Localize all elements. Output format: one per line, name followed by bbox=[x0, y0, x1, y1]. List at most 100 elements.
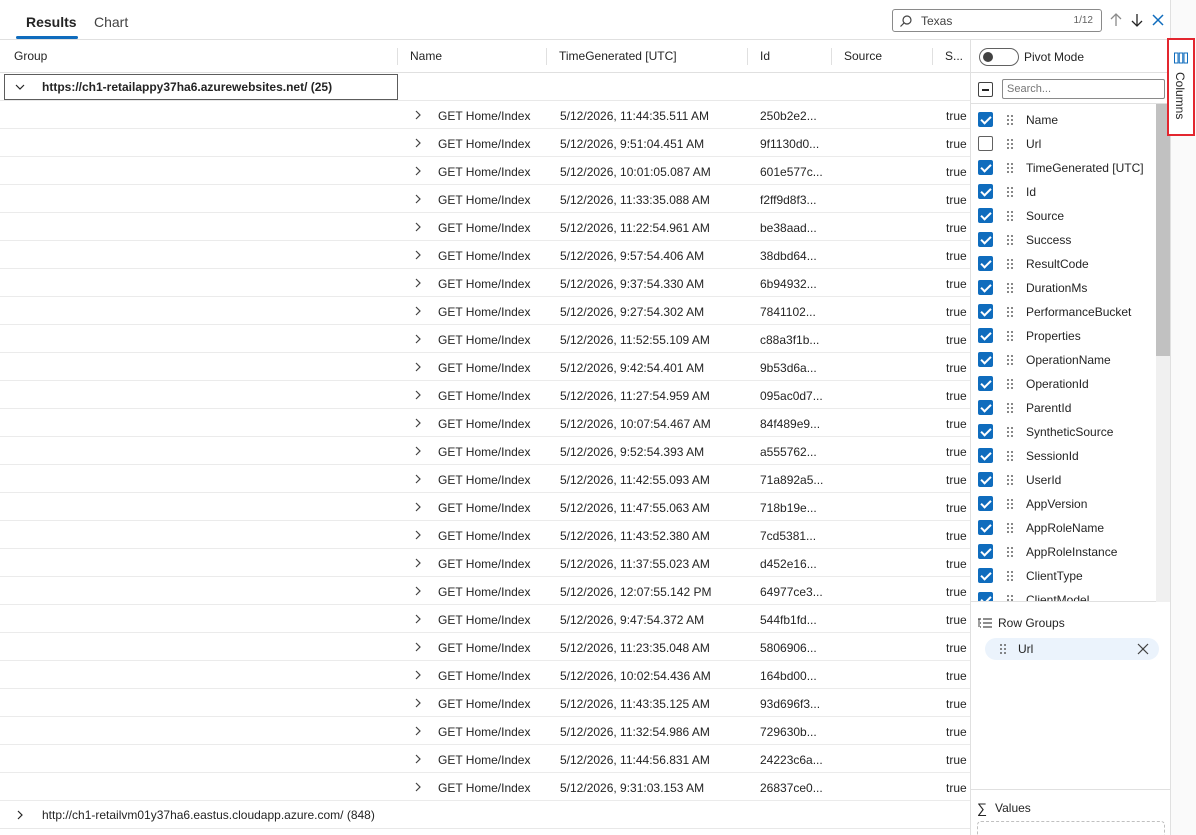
chevron-right-icon[interactable] bbox=[414, 530, 423, 540]
chevron-right-icon[interactable] bbox=[414, 278, 423, 288]
grip-icon[interactable] bbox=[999, 643, 1007, 655]
chevron-right-icon[interactable] bbox=[414, 390, 423, 400]
chevron-right-icon[interactable] bbox=[414, 250, 423, 260]
column-list-item[interactable]: ResultCode bbox=[971, 252, 1156, 276]
column-checkbox[interactable] bbox=[978, 544, 993, 559]
column-checkbox[interactable] bbox=[978, 208, 993, 223]
table-row[interactable]: GET Home/Index 5/12/2026, 9:47:54.372 AM 5… bbox=[0, 605, 970, 633]
column-list-item[interactable]: AppRoleInstance bbox=[971, 540, 1156, 564]
table-row[interactable]: GET Home/Index 5/12/2026, 11:42:55.093 AM… bbox=[0, 465, 970, 493]
table-row[interactable]: GET Home/Index 5/12/2026, 9:57:54.406 AM 3… bbox=[0, 241, 970, 269]
arrow-up-icon[interactable] bbox=[1106, 10, 1126, 30]
pivot-mode-toggle[interactable] bbox=[979, 48, 1019, 66]
column-list-item[interactable]: OperationId bbox=[971, 372, 1156, 396]
table-row[interactable]: GET Home/Index 5/12/2026, 9:52:54.393 AM a… bbox=[0, 437, 970, 465]
column-list-scrollbar[interactable] bbox=[1156, 104, 1171, 602]
table-row[interactable]: GET Home/Index 5/12/2026, 11:47:55.063 AM… bbox=[0, 493, 970, 521]
column-checkbox[interactable] bbox=[978, 496, 993, 511]
values-drop-zone[interactable] bbox=[977, 821, 1165, 835]
chevron-right-icon[interactable] bbox=[414, 502, 423, 512]
header-name[interactable]: Name bbox=[398, 40, 546, 73]
row-group-pill-url[interactable]: Url bbox=[985, 638, 1159, 660]
header-id[interactable]: Id bbox=[748, 40, 831, 73]
grip-icon[interactable] bbox=[1006, 402, 1014, 414]
table-row[interactable]: GET Home/Index 5/12/2026, 11:43:35.125 AM… bbox=[0, 689, 970, 717]
close-icon[interactable] bbox=[1137, 643, 1149, 655]
column-list-item[interactable]: ClientType bbox=[971, 564, 1156, 588]
column-list-item[interactable]: Url bbox=[971, 132, 1156, 156]
grip-icon[interactable] bbox=[1006, 354, 1014, 366]
chevron-right-icon[interactable] bbox=[414, 166, 423, 176]
table-row[interactable]: GET Home/Index 5/12/2026, 11:52:55.109 AM… bbox=[0, 325, 970, 353]
column-list-item[interactable]: SyntheticSource bbox=[971, 420, 1156, 444]
table-row[interactable]: GET Home/Index 5/12/2026, 10:01:05.087 AM… bbox=[0, 157, 970, 185]
chevron-right-icon[interactable] bbox=[414, 754, 423, 764]
column-list-item[interactable]: Name bbox=[971, 108, 1156, 132]
close-icon[interactable] bbox=[1148, 10, 1168, 30]
group-row[interactable]: https://ch1-retailappy37ha6.azurewebsite… bbox=[0, 73, 970, 101]
column-list-item[interactable]: Id bbox=[971, 180, 1156, 204]
column-checkbox[interactable] bbox=[978, 520, 993, 535]
chevron-right-icon[interactable] bbox=[414, 474, 423, 484]
grip-icon[interactable] bbox=[1006, 162, 1014, 174]
column-list-item[interactable]: ParentId bbox=[971, 396, 1156, 420]
column-list-item[interactable]: AppVersion bbox=[971, 492, 1156, 516]
header-success[interactable]: S... bbox=[933, 40, 970, 73]
column-checkbox[interactable] bbox=[978, 376, 993, 391]
chevron-right-icon[interactable] bbox=[414, 110, 423, 120]
table-row[interactable]: GET Home/Index 5/12/2026, 12:07:55.142 PM… bbox=[0, 577, 970, 605]
table-row[interactable]: GET Home/Index 5/12/2026, 11:37:55.023 AM… bbox=[0, 549, 970, 577]
chevron-right-icon[interactable] bbox=[414, 782, 423, 792]
grip-icon[interactable] bbox=[1006, 234, 1014, 246]
column-checkbox[interactable] bbox=[978, 472, 993, 487]
chevron-right-icon[interactable] bbox=[14, 809, 26, 821]
column-list-item[interactable]: TimeGenerated [UTC] bbox=[971, 156, 1156, 180]
chevron-right-icon[interactable] bbox=[414, 222, 423, 232]
table-row[interactable]: GET Home/Index 5/12/2026, 9:51:04.451 AM 9… bbox=[0, 129, 970, 157]
scrollbar-thumb[interactable] bbox=[1156, 104, 1171, 356]
header-source[interactable]: Source bbox=[832, 40, 932, 73]
select-all-checkbox[interactable] bbox=[978, 82, 993, 97]
column-list-item[interactable]: ClientModel bbox=[971, 588, 1156, 601]
column-checkbox[interactable] bbox=[978, 184, 993, 199]
table-row[interactable]: GET Home/Index 5/12/2026, 11:32:54.986 AM… bbox=[0, 717, 970, 745]
tab-chart[interactable]: Chart bbox=[94, 14, 128, 30]
column-search-input[interactable] bbox=[1002, 79, 1165, 99]
chevron-right-icon[interactable] bbox=[414, 138, 423, 148]
grip-icon[interactable] bbox=[1006, 186, 1014, 198]
header-timegenerated[interactable]: TimeGenerated [UTC] bbox=[547, 40, 747, 73]
table-row[interactable]: GET Home/Index 5/12/2026, 9:27:54.302 AM 7… bbox=[0, 297, 970, 325]
grip-icon[interactable] bbox=[1006, 426, 1014, 438]
column-checkbox[interactable] bbox=[978, 448, 993, 463]
grip-icon[interactable] bbox=[1006, 258, 1014, 270]
column-list-item[interactable]: OperationName bbox=[971, 348, 1156, 372]
grip-icon[interactable] bbox=[1006, 330, 1014, 342]
grip-icon[interactable] bbox=[1006, 474, 1014, 486]
header-group[interactable]: Group bbox=[2, 40, 396, 73]
table-row[interactable]: GET Home/Index 5/12/2026, 11:27:54.959 AM… bbox=[0, 381, 970, 409]
group-row[interactable]: http://ch1-retailvm01y37ha6.eastus.cloud… bbox=[0, 801, 970, 829]
chevron-right-icon[interactable] bbox=[414, 194, 423, 204]
chevron-right-icon[interactable] bbox=[414, 642, 423, 652]
grip-icon[interactable] bbox=[1006, 282, 1014, 294]
chevron-right-icon[interactable] bbox=[414, 670, 423, 680]
column-checkbox[interactable] bbox=[978, 568, 993, 583]
table-row[interactable]: GET Home/Index 5/12/2026, 9:31:03.153 AM 2… bbox=[0, 773, 970, 801]
chevron-right-icon[interactable] bbox=[414, 586, 423, 596]
column-checkbox[interactable] bbox=[978, 280, 993, 295]
chevron-right-icon[interactable] bbox=[414, 614, 423, 624]
results-search-box[interactable]: 1/12 bbox=[892, 9, 1102, 32]
chevron-right-icon[interactable] bbox=[414, 726, 423, 736]
table-row[interactable]: GET Home/Index 5/12/2026, 11:44:35.511 AM… bbox=[0, 101, 970, 129]
chevron-right-icon[interactable] bbox=[414, 558, 423, 568]
tab-results[interactable]: Results bbox=[26, 14, 77, 30]
column-checkbox[interactable] bbox=[978, 400, 993, 415]
grip-icon[interactable] bbox=[1006, 498, 1014, 510]
grip-icon[interactable] bbox=[1006, 114, 1014, 126]
table-row[interactable]: GET Home/Index 5/12/2026, 11:33:35.088 AM… bbox=[0, 185, 970, 213]
arrow-down-icon[interactable] bbox=[1127, 10, 1147, 30]
table-row[interactable]: GET Home/Index 5/12/2026, 11:43:52.380 AM… bbox=[0, 521, 970, 549]
column-list-item[interactable]: Properties bbox=[971, 324, 1156, 348]
grip-icon[interactable] bbox=[1006, 570, 1014, 582]
search-input[interactable] bbox=[921, 12, 1061, 30]
